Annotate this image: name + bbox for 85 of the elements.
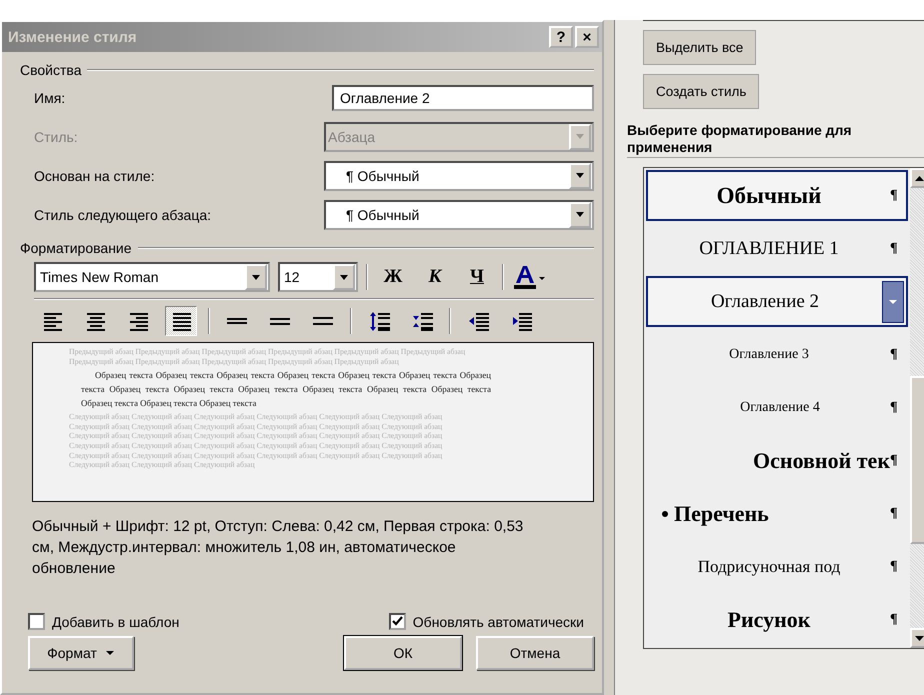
caret-icon: [252, 274, 260, 280]
single-spacing-icon: [227, 318, 247, 324]
field-label: Имя:: [34, 90, 66, 106]
ok-button[interactable]: ОК: [344, 636, 462, 670]
double-spacing-icon: [313, 317, 333, 325]
scroll-up-button[interactable]: [910, 168, 924, 188]
underline-button[interactable]: Ч: [460, 263, 494, 291]
up-arrow-icon: [914, 176, 924, 180]
paragraph-mark: ¶: [890, 400, 899, 416]
field-label: Стиль:: [34, 128, 78, 144]
field-label: Основан на стиле:: [34, 168, 155, 184]
pane-button[interactable]: Выделить все: [643, 30, 756, 65]
scroll-down-button[interactable]: [910, 628, 924, 648]
section-label: Форматирование: [20, 240, 132, 256]
style-name: Обычный: [716, 182, 822, 208]
font-color-button[interactable]: [512, 264, 546, 290]
scrollbar[interactable]: [910, 168, 924, 648]
style-name: Подрисуночная под: [696, 556, 842, 576]
paragraph-mark: ¶: [890, 346, 899, 362]
style-item[interactable]: Рисунок ¶: [646, 594, 908, 645]
style-dropdown[interactable]: ¶ Обычный: [324, 160, 594, 190]
style-description: Обычный + Шрифт: 12 pt, Отступ: Слева: 0,42 см, Первая строка: 0,53 см, Междустр.интервал: множитель 1,08 ин, автоматическое обновление: [32, 517, 524, 579]
checkbox-label: Обновлять автоматически: [412, 614, 584, 630]
window-title: Изменение стиля: [8, 28, 137, 46]
checkbox[interactable]: [28, 613, 45, 630]
space-after-icon: [412, 312, 432, 330]
space-before-icon: [368, 312, 390, 330]
style-item[interactable]: Перечень ¶: [646, 488, 908, 539]
pane-button[interactable]: Создать стиль: [643, 74, 760, 109]
caret-icon: [576, 173, 584, 178]
style-name: Перечень: [648, 500, 890, 526]
style-item[interactable]: Подрисуночная под ¶: [646, 541, 908, 592]
style-name: Основной тек: [752, 448, 890, 474]
style-item[interactable]: Основной тек¶: [646, 435, 908, 486]
justify-icon: [170, 312, 192, 330]
format-menu-button[interactable]: Формат: [28, 636, 134, 670]
cancel-button[interactable]: Отмена: [476, 636, 594, 670]
checkbox-label: Добавить в шаблон: [52, 614, 180, 630]
name-field[interactable]: Оглавление 2: [332, 84, 594, 110]
align-right-icon: [128, 312, 148, 330]
pane-heading: Выберите форматирование для применения: [627, 122, 924, 158]
align-left-icon: [42, 312, 62, 330]
down-arrow-icon: [914, 636, 924, 640]
style-item[interactable]: ОГЛАВЛЕНИЕ 1 ¶: [646, 223, 908, 274]
help-button[interactable]: ?: [549, 26, 573, 48]
style-name: ОГЛАВЛЕНИЕ 1: [698, 238, 840, 260]
paragraph-mark: ¶: [890, 506, 899, 522]
size-dropdown[interactable]: 12: [278, 262, 358, 292]
checkbox[interactable]: [388, 613, 406, 630]
paragraph-mark: ¶: [890, 188, 899, 204]
paragraph-mark: ¶: [890, 240, 899, 256]
caret-icon: [104, 650, 115, 656]
dropdown-button[interactable]: [882, 280, 904, 322]
style-name: Оглавление 2: [710, 290, 820, 312]
caret-icon: [888, 298, 898, 304]
close-button[interactable]: ×: [575, 26, 599, 48]
style-dropdown[interactable]: ¶ Обычный: [324, 200, 594, 230]
font-dropdown[interactable]: Times New Roman: [34, 262, 270, 292]
scroll-thumb[interactable]: [910, 376, 924, 544]
field-label: Стиль следующего абзаца:: [34, 206, 212, 222]
sample-text: Образец текста Образец текста Образец текста Образец текста Образец текста Образец текста Образец текста Образец текста Образец текста Образец текста Образец текста Образец текста Образец текста Образец текста Образец текста Образец текста: [80, 369, 491, 410]
bullet-icon: [662, 510, 668, 516]
italic-button[interactable]: К: [418, 263, 452, 291]
outdent-icon: [468, 312, 488, 330]
align-center-icon: [84, 312, 106, 330]
style-name: Оглавление 4: [739, 400, 821, 416]
check-icon: [390, 615, 404, 628]
paragraph-mark: ¶: [890, 558, 899, 574]
style-item[interactable]: Оглавление 2: [646, 276, 908, 327]
section-label: Свойства: [20, 62, 82, 78]
paragraph-mark: ¶: [890, 612, 899, 628]
font-color-icon: [512, 264, 546, 290]
style-item[interactable]: Оглавление 4 ¶: [646, 382, 908, 433]
style-name: Оглавление 3: [728, 346, 810, 362]
caret-icon: [340, 274, 348, 280]
style-item[interactable]: Обычный ¶: [646, 170, 908, 221]
style-name: Рисунок: [726, 606, 812, 632]
caret-icon: [576, 212, 584, 217]
one-half-spacing-icon: [270, 318, 290, 324]
caret-icon: [576, 134, 584, 139]
indent-icon: [510, 312, 532, 330]
style-item[interactable]: Оглавление 3 ¶: [646, 329, 908, 380]
paragraph-mark: ¶: [890, 452, 899, 468]
justify-button[interactable]: [165, 306, 197, 336]
bold-button[interactable]: Ж: [376, 263, 410, 291]
